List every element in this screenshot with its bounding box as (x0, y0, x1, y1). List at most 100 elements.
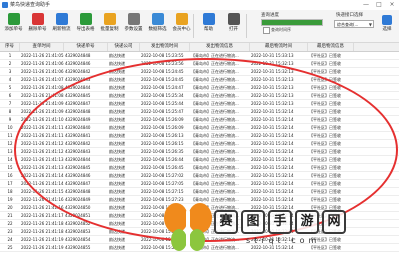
toolbar-button-label: 参数设置 (124, 27, 143, 32)
column-header[interactable]: 发出物流信息 (190, 43, 250, 51)
table-cell: 韵达快递 (109, 245, 125, 250)
column-header[interactable]: 快递公司 (108, 43, 140, 51)
table-cell: 2022-11-26 21:41:19 (21, 237, 64, 242)
delete-icon (31, 13, 44, 25)
channel-caption: 快递接口选择 (336, 13, 363, 18)
channel-panel: 快递接口选择 综合查询(... ▼ 选择 (332, 12, 398, 40)
table-header: 序号 查单时间 快递单号 快递公司 发出物流时间 发出物流信息 最后物流时间 最后物流信息 (0, 43, 399, 52)
app-icon (2, 2, 8, 8)
table-cell: 2022-11-26 21:41:05 (21, 53, 64, 58)
refresh-icon (55, 13, 68, 25)
window-title: 菜鸟快递查询助手 (10, 2, 51, 8)
toolbar-button-refresh[interactable]: 刷新物流 (50, 13, 73, 39)
table-cell: 21 (7, 213, 13, 218)
table-cell: 4329024848 (65, 53, 91, 58)
table-cell: 16 (7, 173, 13, 178)
table-cell: 2022-11-26 21:41:08 (21, 85, 64, 90)
table-cell: 2022-11-26 21:41:19 (21, 245, 64, 250)
sort-by-time-label: 查询时间序 (271, 27, 291, 32)
sort-by-time-checkbox[interactable] (263, 27, 270, 34)
table-cell: 9 (8, 117, 12, 122)
help-icon (202, 13, 215, 25)
table-cell: 24 (7, 237, 13, 242)
select-icon (382, 15, 392, 25)
toolbar-button-user[interactable]: 会员中心 (170, 13, 193, 39)
toolbar-button-label: 打开 (229, 27, 238, 32)
watermark-char: 赛 (214, 210, 238, 234)
column-header[interactable]: 最后物流时间 (250, 43, 308, 51)
table-cell: 6 (8, 93, 12, 98)
toolbar-button-help[interactable]: 帮助 (197, 13, 220, 39)
title-bar: 菜鸟快递查询助手 — □ × (0, 0, 399, 10)
column-header[interactable]: 查单时间 (20, 43, 64, 51)
close-button[interactable]: × (386, 0, 398, 9)
user-icon (175, 13, 188, 25)
toolbar-button-settings[interactable]: 参数设置 (122, 13, 145, 39)
watermark-char: 网 (322, 210, 346, 234)
table-cell: 5 (8, 85, 12, 90)
table-cell: 23 (7, 229, 13, 234)
column-header[interactable]: 序号 (0, 43, 20, 51)
table-cell: 【平社区】已签收 (309, 61, 341, 66)
watermark-text: 赛图手游网 (214, 210, 346, 234)
table-cell: 2022-11-26 21:41:17 (21, 213, 64, 218)
table-cell: 20 (7, 205, 13, 210)
settings-icon (127, 13, 140, 25)
add-icon (7, 13, 20, 25)
toolbar-button-copy[interactable]: 批量复制 (98, 13, 121, 39)
table-cell: 25 (7, 245, 13, 250)
channel-select[interactable]: 综合查询(... ▼ (334, 20, 374, 28)
table-cell: 4329024855 (65, 245, 91, 250)
table-cell: 4329024854 (65, 237, 91, 242)
table-cell: 2 (8, 61, 12, 66)
minimize-button[interactable]: — (360, 0, 372, 9)
table-cell: 3 (8, 69, 12, 74)
table-cell: 10 (7, 125, 13, 130)
table-cell: 4329024846 (65, 61, 91, 66)
table-cell: 4329024853 (65, 229, 91, 234)
table-cell: 2022-11-26 21:41:07 (21, 77, 64, 82)
toolbar-button-label: 添加单号 (4, 27, 23, 32)
table-cell: 2022-11-26 21:41:18 (21, 221, 64, 226)
export-icon (79, 13, 92, 25)
table-cell: 17 (7, 181, 13, 186)
toolbar-button-label: 会员中心 (172, 27, 191, 32)
table-cell: 2022-11-26 21:41:18 (21, 229, 64, 234)
watermark-char: 图 (241, 210, 265, 234)
watermark-url: strqt.com (246, 236, 321, 245)
toolbar-button-label: 导出表格 (76, 27, 95, 32)
table-cell: 19 (7, 197, 13, 202)
toolbar-button-label: 帮助 (204, 27, 213, 32)
watermark: 赛图手游网 strqt.com (150, 196, 395, 258)
query-status-panel: 查询进度 查询时间序 (249, 12, 327, 40)
table-cell: 8 (8, 109, 12, 114)
table-cell: 2022-11-26 21:41:06 (21, 69, 64, 74)
toolbar-button-delete[interactable]: 删除单号 (26, 13, 49, 39)
query-progress-bar (261, 19, 323, 26)
toolbar-button-add[interactable]: 添加单号 (2, 13, 25, 39)
status-caption: 查询进度 (261, 13, 279, 18)
toolbar-button-open[interactable]: 打开 (222, 13, 245, 39)
butterfly-logo-icon (164, 203, 212, 251)
progress-fill (262, 20, 322, 25)
table-cell: 2022-10-31 15:33:13 (251, 53, 294, 58)
toolbar-separator (246, 14, 247, 38)
column-header[interactable]: 发出物流时间 (140, 43, 190, 51)
column-header[interactable]: 最后物流信息 (308, 43, 354, 51)
table-cell: 22 (7, 221, 13, 226)
table-cell: 4 (8, 77, 12, 82)
table-cell: 2022-11-26 21:41:06 (21, 61, 64, 66)
select-button[interactable]: 选择 (380, 15, 394, 37)
toolbar-button-filter[interactable]: 数据筛选 (146, 13, 169, 39)
table-cell: 18 (7, 189, 13, 194)
table-cell: 1 (8, 53, 12, 58)
chevron-down-icon: ▼ (368, 22, 372, 27)
toolbar-separator (193, 14, 194, 38)
column-header[interactable]: 快递单号 (64, 43, 108, 51)
open-icon (227, 13, 240, 25)
toolbar-button-export[interactable]: 导出表格 (74, 13, 97, 39)
table-cell: 韵达快递 (109, 53, 125, 58)
maximize-button[interactable]: □ (373, 0, 385, 9)
toolbar-button-label: 刷新物流 (52, 27, 71, 32)
watermark-char: 游 (295, 210, 319, 234)
